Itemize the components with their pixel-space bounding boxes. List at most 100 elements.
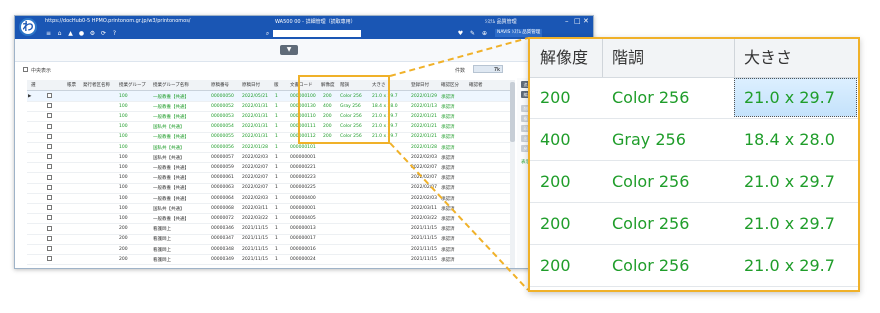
- cell-manuscript-no: 00000057: [211, 154, 234, 160]
- cell-check-status: 承認済: [441, 155, 455, 161]
- cell-group-name: 一般教養【共通】: [153, 176, 189, 182]
- grid-scrollbar[interactable]: [510, 80, 515, 268]
- maximize-icon[interactable]: □: [574, 17, 581, 25]
- row-checkbox[interactable]: [47, 113, 52, 119]
- col-header-check[interactable]: 確認区分: [441, 82, 459, 88]
- table-row[interactable]: 200 Color 256 21.0 x 29.7: [530, 77, 858, 119]
- row-checkbox[interactable]: [47, 235, 52, 241]
- table-row[interactable]: 200 Color 256 21.0 x 29.7: [530, 245, 858, 287]
- row-checkbox[interactable]: [47, 133, 52, 139]
- cell-date: 2022/02/07: [242, 175, 268, 181]
- cell-check-status: 承認済: [441, 227, 455, 233]
- cell-check-status: 承認済: [441, 237, 455, 243]
- cell-group-name: 国私共【共通】: [153, 145, 185, 151]
- cell-date: 2022/01/31: [242, 103, 268, 109]
- col-header-group[interactable]: 授業グループ: [119, 82, 146, 88]
- cell-check-status: 承認済: [441, 135, 455, 141]
- table-row[interactable]: 200 看護師上 00000349 2021/11/15 1 000000024 2021/…: [27, 254, 510, 266]
- table-row[interactable]: 200 Color 256 21.0 x 29.7: [530, 203, 858, 245]
- cell-group: 100: [119, 185, 128, 191]
- cell-reg-date: 2022/02/03: [411, 154, 437, 160]
- row-checkbox[interactable]: [47, 174, 52, 180]
- cell-version: 1: [275, 134, 278, 140]
- cell-reg-date: 2021/11/15: [411, 226, 437, 232]
- cell-group-name: 看護師上: [153, 237, 171, 243]
- count-field[interactable]: 7k: [473, 65, 503, 73]
- grid-header: 選 帳票 発行者区名称 授業グループ 授業グループ名称 原稿番号 原稿日付 版 …: [27, 80, 510, 91]
- row-checkbox[interactable]: [47, 256, 52, 262]
- menu-icon[interactable]: ≡: [45, 30, 52, 37]
- filter-label: 中央表示: [31, 68, 52, 74]
- search-input[interactable]: [273, 30, 361, 37]
- col-header-reg-date[interactable]: 登録日付: [411, 82, 429, 88]
- gear-icon[interactable]: ⚙: [89, 30, 96, 37]
- cell-date: 2022/05/21: [242, 93, 268, 99]
- zoom-header-resolution: 解像度: [540, 48, 589, 67]
- zoom-header-tone: 階調: [612, 48, 645, 67]
- zoom-cell-tone: Color 256: [612, 214, 690, 233]
- filter-strip: ▼: [15, 39, 593, 62]
- cell-reg-date: 2021/11/15: [411, 236, 437, 242]
- highlight-box: [298, 75, 390, 144]
- table-row[interactable]: 400 Gray 256 18.4 x 28.0: [530, 119, 858, 161]
- cell-group: 100: [119, 154, 128, 160]
- cell-check-status: 承認済: [441, 125, 455, 131]
- row-checkbox[interactable]: [47, 184, 52, 190]
- lock-icon[interactable]: ▲: [67, 30, 74, 37]
- row-checkbox[interactable]: [47, 205, 52, 211]
- cell-version: 1: [275, 103, 278, 109]
- filter-checkbox[interactable]: [23, 67, 28, 72]
- zoom-cell-size: 21.0 x 29.7: [744, 88, 835, 107]
- row-checkbox[interactable]: [47, 93, 52, 98]
- cell-group-name: 一般教養【共通】: [153, 186, 189, 192]
- cell-group-name: 国私共【共通】: [153, 155, 185, 161]
- add-icon[interactable]: ⊕: [481, 30, 488, 37]
- row-checkbox[interactable]: [47, 164, 52, 170]
- col-header-date[interactable]: 原稿日付: [242, 82, 260, 88]
- close-icon[interactable]: ✕: [583, 17, 589, 25]
- cell-check-status: 承認済: [441, 165, 455, 171]
- cell-check-status: 承認済: [441, 94, 455, 100]
- user-icon[interactable]: ●: [78, 30, 85, 37]
- help-icon[interactable]: ?: [111, 30, 118, 37]
- cell-date: 2021/11/15: [242, 256, 268, 262]
- scrollbar-thumb[interactable]: [510, 82, 515, 142]
- favorite-icon[interactable]: ♥: [457, 30, 464, 37]
- row-checkbox[interactable]: [47, 215, 52, 221]
- search-icon[interactable]: ⌕: [264, 30, 271, 37]
- minimize-icon[interactable]: –: [565, 17, 569, 25]
- home-icon[interactable]: ⌂: [56, 30, 63, 37]
- col-header-form[interactable]: 帳票: [67, 82, 76, 88]
- row-checkbox[interactable]: [47, 123, 52, 129]
- zoom-header: 解像度 階調 大きさ: [530, 39, 858, 78]
- cell-group: 100: [119, 205, 128, 211]
- cell-version: 1: [275, 236, 278, 242]
- row-checkbox[interactable]: [47, 225, 52, 231]
- cell-manuscript-no: 00000348: [211, 246, 234, 252]
- row-checkbox[interactable]: [47, 246, 52, 251]
- table-row[interactable]: 200 Color 256 21.0 x 29.7: [530, 161, 858, 203]
- edit-icon[interactable]: ✎: [469, 30, 476, 37]
- row-checkbox[interactable]: [47, 144, 52, 149]
- row-checkbox[interactable]: [47, 103, 52, 109]
- collapse-button[interactable]: ▼: [280, 45, 298, 55]
- cell-group: 100: [119, 124, 128, 130]
- col-header-select[interactable]: 選: [31, 82, 36, 88]
- col-header-checker[interactable]: 確認者: [469, 82, 483, 88]
- cell-check-status: 承認済: [441, 104, 455, 110]
- col-header-group-name[interactable]: 授業グループ名称: [153, 82, 189, 88]
- cell-group: 200: [119, 256, 128, 262]
- cell-date: 2022/02/07: [242, 164, 268, 170]
- col-header-manuscript-no[interactable]: 原稿番号: [211, 82, 229, 88]
- refresh-icon[interactable]: ⟳: [100, 30, 107, 37]
- user-select[interactable]: NAVIS ｼｽﾃﾑ 品質管理: [495, 29, 543, 37]
- row-checkbox[interactable]: [47, 154, 52, 160]
- cell-version: 1: [275, 215, 278, 221]
- cell-check-status: 承認済: [441, 216, 455, 222]
- cell-group: 100: [119, 175, 128, 181]
- cell-group: 200: [119, 226, 128, 232]
- row-checkbox[interactable]: [47, 195, 52, 200]
- col-header-version[interactable]: 版: [274, 82, 279, 88]
- col-header-issuer[interactable]: 発行者区名称: [83, 82, 110, 88]
- cell-group: 100: [119, 164, 128, 170]
